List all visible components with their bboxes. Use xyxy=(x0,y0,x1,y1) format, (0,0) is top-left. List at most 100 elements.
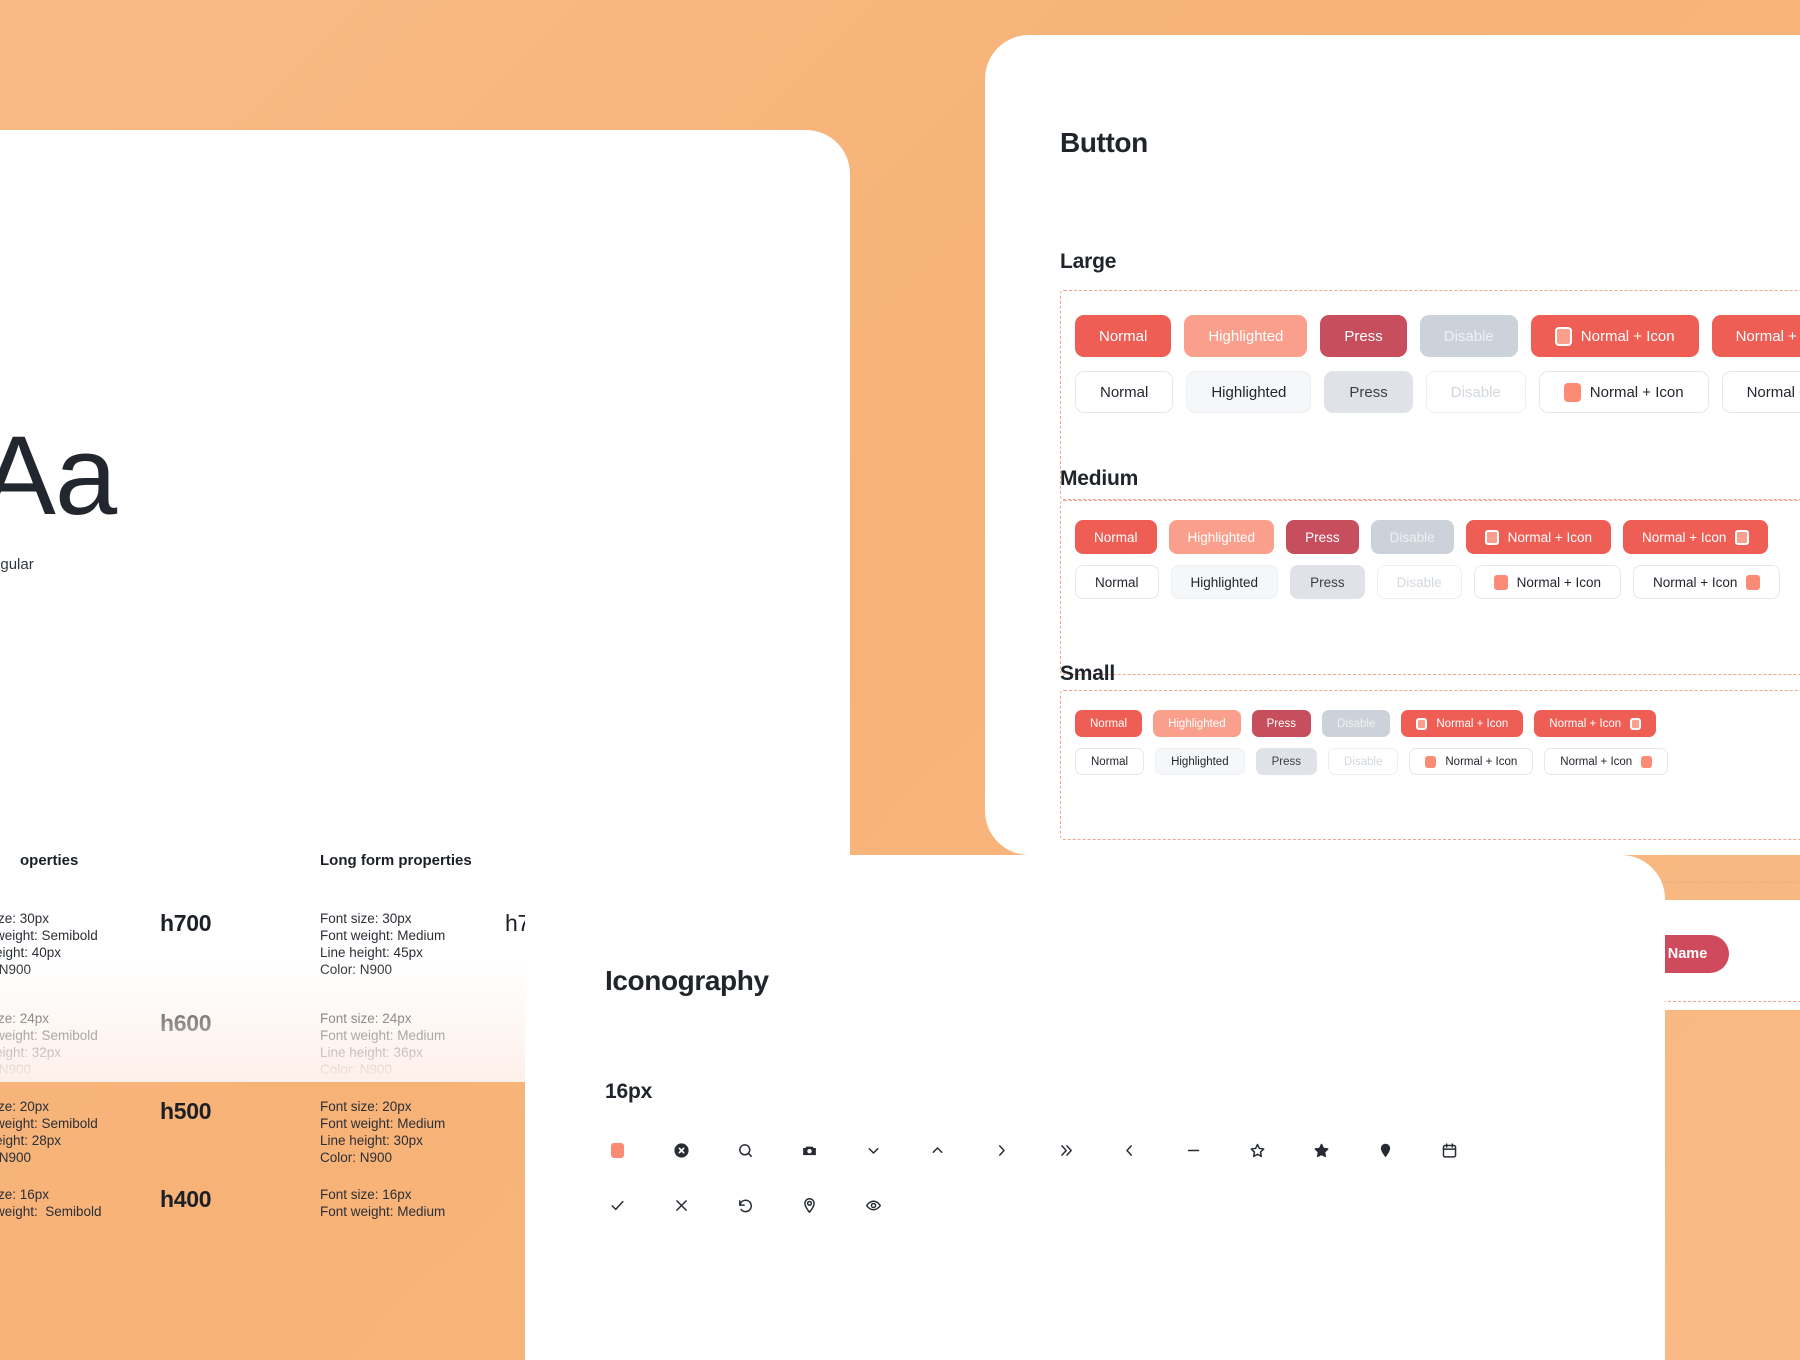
button-label: Disable xyxy=(1389,529,1435,545)
button-label: Normal + Icon xyxy=(1653,574,1738,590)
button-normal-icon[interactable]: Normal + Icon xyxy=(1409,748,1534,775)
button-label: Highlighted xyxy=(1171,755,1229,768)
button-normal-icon[interactable]: Normal + Icon xyxy=(1534,710,1657,737)
map-pin-icon[interactable] xyxy=(1353,1130,1417,1170)
outline-square-icon xyxy=(1554,326,1572,346)
short-sample: h400 xyxy=(160,1186,212,1212)
button-highlighted[interactable]: Highlighted xyxy=(1170,565,1279,599)
solid-square-icon xyxy=(1746,574,1761,590)
button-disable[interactable]: Disable xyxy=(1370,520,1454,554)
button-label: Press xyxy=(1271,755,1302,768)
large-secondary-row: Normal Highlighted Press Disable Normal + Ic… xyxy=(1075,371,1800,413)
star-filled-icon[interactable] xyxy=(1289,1130,1353,1170)
button-normal[interactable]: Normal xyxy=(1075,315,1172,357)
button-highlighted[interactable]: Highlighted xyxy=(1184,315,1308,357)
button-press[interactable]: Press xyxy=(1320,315,1407,357)
minus-icon[interactable] xyxy=(1161,1130,1225,1170)
button-normal[interactable]: Normal xyxy=(1075,520,1157,554)
button-normal[interactable]: Normal xyxy=(1075,748,1145,775)
eye-icon[interactable] xyxy=(841,1185,905,1225)
button-press[interactable]: Press xyxy=(1251,710,1312,737)
button-label: Disable xyxy=(1450,383,1501,401)
button-normal-icon[interactable]: Normal + Icon xyxy=(1530,315,1699,357)
check-icon[interactable] xyxy=(585,1185,649,1225)
solid-square-icon xyxy=(1493,574,1508,590)
button-highlighted[interactable]: Highlighted xyxy=(1153,710,1241,737)
long-properties: Font size: 16px Font weight: Medium xyxy=(320,1187,446,1219)
button-press[interactable]: Press xyxy=(1324,371,1413,413)
button-normal-icon[interactable]: Normal + Icon xyxy=(1623,520,1769,554)
design-system-canvas: Aa Medium Aa Regular operties Long form … xyxy=(0,0,1800,1360)
button-normal-icon[interactable]: Normal + Icon xyxy=(1538,371,1709,413)
button-normal[interactable]: Normal xyxy=(1075,371,1174,413)
location-target-icon[interactable] xyxy=(777,1185,841,1225)
button-normal[interactable]: Normal xyxy=(1075,710,1143,737)
close-circle-icon[interactable] xyxy=(649,1130,713,1170)
button-label: Normal xyxy=(1095,574,1139,590)
button-label: Normal + Icon xyxy=(1580,327,1675,345)
button-label: Normal xyxy=(1100,383,1149,401)
medium-primary-row: Normal Highlighted Press Disable Normal + Ic… xyxy=(1075,520,1769,554)
outline-square-icon xyxy=(1735,529,1750,545)
button-label: Press xyxy=(1266,717,1297,730)
button-press[interactable]: Press xyxy=(1255,748,1318,775)
button-press[interactable]: Press xyxy=(1290,565,1365,599)
button-label: Disable xyxy=(1443,327,1494,345)
page-title: Button xyxy=(1060,127,1148,158)
button-normal-icon[interactable]: Normal + Icon xyxy=(1401,710,1524,737)
button-label: Disable xyxy=(1344,755,1383,768)
medium-secondary-row: Normal Highlighted Press Disable Normal + Ic… xyxy=(1075,565,1781,599)
button-disable[interactable]: Disable xyxy=(1376,565,1462,599)
search-icon[interactable] xyxy=(713,1130,777,1170)
chevron-down-icon[interactable] xyxy=(841,1130,905,1170)
button-normal-icon[interactable]: Normal + Icon xyxy=(1465,520,1612,554)
button-normal-icon[interactable]: Normal + Icon xyxy=(1721,371,1800,413)
camera-icon[interactable] xyxy=(777,1130,841,1170)
outline-square-icon xyxy=(1630,717,1642,730)
button-label: Normal + Icon xyxy=(1589,383,1684,401)
button-normal-icon[interactable]: Normal + Icon xyxy=(1633,565,1781,599)
icon-row-primary xyxy=(585,1130,1481,1170)
button-highlighted[interactable]: Highlighted xyxy=(1168,520,1275,554)
undo-icon[interactable] xyxy=(713,1185,777,1225)
solid-square-icon xyxy=(1641,755,1653,768)
chevron-right-icon[interactable] xyxy=(969,1130,1033,1170)
button-press[interactable]: Press xyxy=(1286,520,1359,554)
button-label: Normal xyxy=(1091,755,1129,768)
section-title-large: Large xyxy=(1060,250,1117,273)
button-label: Normal xyxy=(1094,529,1138,545)
button-disable[interactable]: Disable xyxy=(1425,371,1526,413)
button-label: Highlighted xyxy=(1190,574,1259,590)
button-highlighted[interactable]: Highlighted xyxy=(1186,371,1312,413)
button-disable[interactable]: Disable xyxy=(1322,710,1391,737)
button-label: Normal + Icon xyxy=(1746,383,1800,401)
button-label: Press xyxy=(1349,383,1388,401)
button-label: Normal + Icon xyxy=(1560,755,1633,768)
button-normal-icon[interactable]: Normal + Icon xyxy=(1544,748,1669,775)
long-properties: Font size: 24px Font weight: Medium Line h… xyxy=(320,1011,446,1077)
button-normal[interactable]: Normal xyxy=(1075,565,1159,599)
button-disable[interactable]: Disable xyxy=(1328,748,1399,775)
star-outline-icon[interactable] xyxy=(1225,1130,1289,1170)
calendar-icon[interactable] xyxy=(1417,1130,1481,1170)
close-x-icon[interactable] xyxy=(649,1185,713,1225)
specimen-label: Regular xyxy=(0,556,34,573)
short-sample: h600 xyxy=(160,1010,212,1036)
column-header-long: Long form properties xyxy=(320,852,472,869)
button-normal-icon[interactable]: Normal + Icon xyxy=(1473,565,1622,599)
iconography-card: Iconography 16px xyxy=(525,855,1665,1360)
chevron-left-icon[interactable] xyxy=(1097,1130,1161,1170)
double-chevron-right-icon[interactable] xyxy=(1033,1130,1097,1170)
filled-square-icon[interactable] xyxy=(585,1130,649,1170)
specimen-glyph: Aa xyxy=(0,413,117,538)
column-header-short: operties xyxy=(20,852,79,869)
chevron-up-icon[interactable] xyxy=(905,1130,969,1170)
icon-row-secondary xyxy=(585,1185,905,1225)
button-disable[interactable]: Disable xyxy=(1419,315,1518,357)
outline-square-icon xyxy=(1484,529,1499,545)
short-properties: ize: 30px weight: Semibold eight: 40px N90… xyxy=(0,911,98,977)
large-primary-row: Normal Highlighted Press Disable Normal + Ic… xyxy=(1075,315,1800,357)
button-normal-icon[interactable]: Normal + Icon xyxy=(1711,315,1800,357)
button-highlighted[interactable]: Highlighted xyxy=(1155,748,1245,775)
long-properties: Font size: 20px Font weight: Medium Line h… xyxy=(320,1099,446,1165)
